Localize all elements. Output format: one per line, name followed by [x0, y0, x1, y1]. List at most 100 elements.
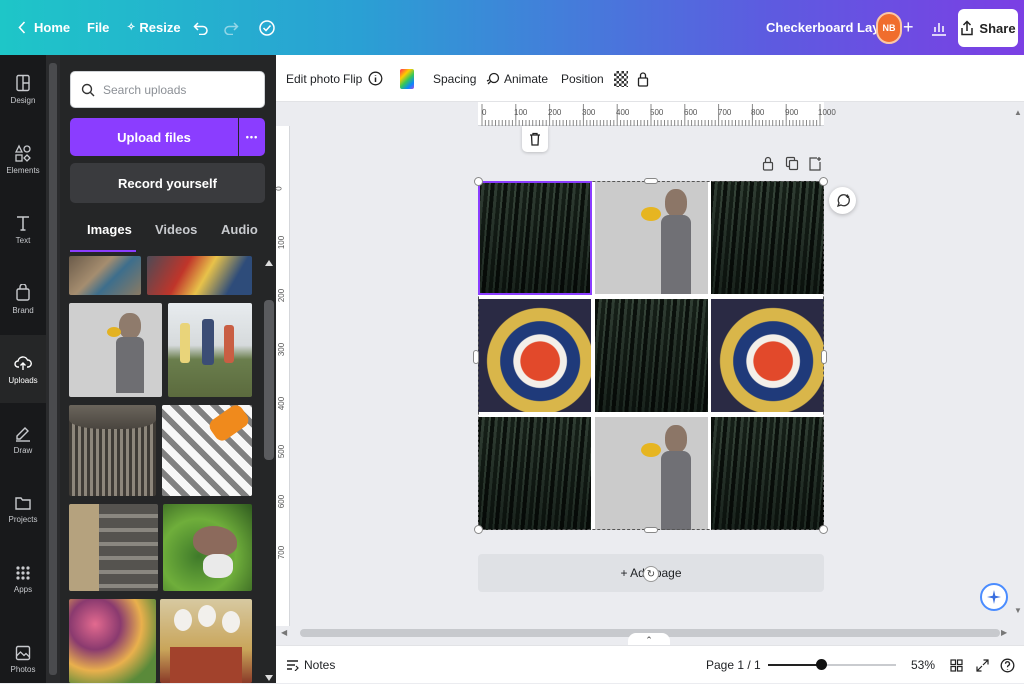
avatar[interactable]: NB [876, 12, 902, 44]
color-button[interactable] [400, 55, 414, 102]
add-page-above-button[interactable] [808, 156, 822, 176]
upload-thumbnail[interactable] [69, 303, 162, 397]
scroll-up-icon[interactable]: ▲ [1014, 108, 1022, 117]
trash-icon [530, 132, 540, 146]
position-button[interactable]: Position [561, 55, 604, 102]
zoom-slider-fill [768, 664, 822, 666]
rail-item-design[interactable]: Design [0, 55, 46, 123]
bottom-bar: Notes Page 1 / 1 53% [276, 645, 1024, 683]
tab-videos[interactable]: Videos [155, 222, 197, 246]
ruler-tick: 300 [277, 342, 287, 357]
cloud-save-button[interactable] [258, 0, 276, 55]
home-button[interactable]: Home [18, 0, 70, 55]
grid-image-man[interactable] [594, 181, 708, 294]
zoom-slider-thumb[interactable] [816, 659, 828, 670]
animate-button[interactable]: Animate [486, 55, 548, 102]
transparency-button[interactable] [614, 55, 628, 102]
sparkle-icon [987, 590, 1001, 604]
rail-item-apps[interactable]: Apps [0, 545, 46, 613]
lock-icon [637, 71, 649, 87]
rail-label: Text [15, 235, 31, 245]
text-icon [17, 215, 29, 231]
grid-image-koi[interactable] [478, 299, 591, 412]
upload-thumbnail[interactable] [160, 599, 252, 683]
comment-button[interactable] [829, 187, 856, 214]
share-button[interactable]: Share [958, 9, 1018, 47]
resize-handle[interactable] [644, 178, 658, 184]
info-button[interactable] [368, 55, 383, 102]
lock-page-button[interactable] [762, 156, 774, 176]
resize-button[interactable]: ✧ Resize [127, 0, 181, 55]
resize-handle[interactable] [474, 177, 483, 186]
file-menu[interactable]: File [87, 0, 109, 55]
spacing-label: Spacing [433, 71, 477, 86]
chevron-up-icon: ⌃ [645, 634, 653, 645]
grid-image-waterfall[interactable] [478, 417, 591, 530]
rotate-handle[interactable]: ↻ [643, 566, 659, 582]
upload-thumbnail[interactable] [162, 405, 252, 496]
rail-item-projects[interactable]: Projects [0, 475, 46, 543]
grid-view-button[interactable] [950, 646, 963, 684]
resize-handle[interactable] [819, 177, 828, 186]
canvas-vertical-scrollbar[interactable]: ▲ ▼ [1012, 102, 1024, 626]
undo-button[interactable] [193, 0, 209, 55]
upload-thumbnail[interactable] [163, 504, 252, 591]
ruler-tick: 700 [277, 545, 287, 560]
grid-image-waterfall[interactable] [711, 417, 824, 530]
scroll-up-icon[interactable] [265, 260, 273, 266]
upload-thumbnail[interactable] [168, 303, 252, 397]
page-indicator[interactable]: Page 1 / 1 [706, 646, 761, 684]
redo-button[interactable] [223, 0, 239, 55]
scroll-down-icon[interactable]: ▼ [1014, 606, 1022, 615]
scroll-down-icon[interactable] [265, 675, 273, 681]
rail-item-uploads[interactable]: Uploads [0, 335, 46, 403]
ruler-tick: 400 [616, 108, 630, 117]
resize-handle[interactable] [473, 350, 479, 364]
help-button[interactable] [1000, 646, 1015, 684]
grid-image-waterfall[interactable] [594, 299, 708, 412]
scroll-left-icon[interactable]: ◀ [281, 628, 287, 637]
insights-button[interactable] [930, 0, 948, 55]
tab-images[interactable]: Images [87, 222, 132, 246]
resize-handle[interactable] [819, 525, 828, 534]
add-collaborator-button[interactable]: + [903, 0, 914, 55]
duplicate-page-button[interactable] [785, 156, 799, 176]
scroll-right-icon[interactable]: ▶ [1001, 628, 1007, 637]
rail-item-brand[interactable]: Brand [0, 265, 46, 333]
tab-audio[interactable]: Audio [221, 222, 258, 246]
ruler-tick: 700 [718, 108, 732, 117]
upload-thumbnail[interactable] [69, 504, 158, 591]
lock-button[interactable] [637, 55, 649, 102]
notes-button[interactable]: Notes [286, 646, 335, 684]
fullscreen-button[interactable] [976, 646, 989, 684]
resize-handle[interactable] [821, 350, 827, 364]
rail-item-photos[interactable]: Photos [0, 625, 46, 683]
panel-scrollbar-thumb[interactable] [264, 300, 274, 460]
search-uploads-input[interactable]: Search uploads [70, 71, 265, 108]
resize-handle[interactable] [644, 527, 658, 533]
grid-image-koi[interactable] [711, 299, 824, 412]
edit-photo-button[interactable]: Edit photo [286, 55, 340, 102]
upload-options-button[interactable]: ••• [239, 118, 265, 156]
grid-image-man[interactable] [594, 417, 708, 530]
rail-item-elements[interactable]: Elements [0, 125, 46, 193]
upload-thumbnail[interactable] [69, 256, 141, 295]
grid-image-waterfall[interactable] [711, 181, 824, 294]
flip-button[interactable]: Flip [343, 55, 362, 102]
notes-icon [287, 660, 299, 671]
rail-scrollbar-thumb[interactable] [49, 63, 57, 675]
upload-thumbnail[interactable] [147, 256, 252, 295]
record-yourself-button[interactable]: Record yourself [70, 163, 265, 203]
upload-files-button[interactable]: Upload files [70, 118, 238, 156]
upload-thumbnail[interactable] [69, 405, 156, 496]
resize-handle[interactable] [474, 525, 483, 534]
delete-page-button[interactable] [522, 126, 548, 152]
magic-assistant-button[interactable] [980, 583, 1008, 611]
brand-icon [16, 283, 30, 301]
rail-item-text[interactable]: Text [0, 195, 46, 263]
rail-item-draw[interactable]: Draw [0, 405, 46, 473]
spacing-button[interactable]: Spacing [433, 55, 476, 102]
zoom-level[interactable]: 53% [911, 646, 935, 684]
upload-thumbnail[interactable] [69, 599, 156, 683]
bar-chart-icon [932, 22, 946, 36]
